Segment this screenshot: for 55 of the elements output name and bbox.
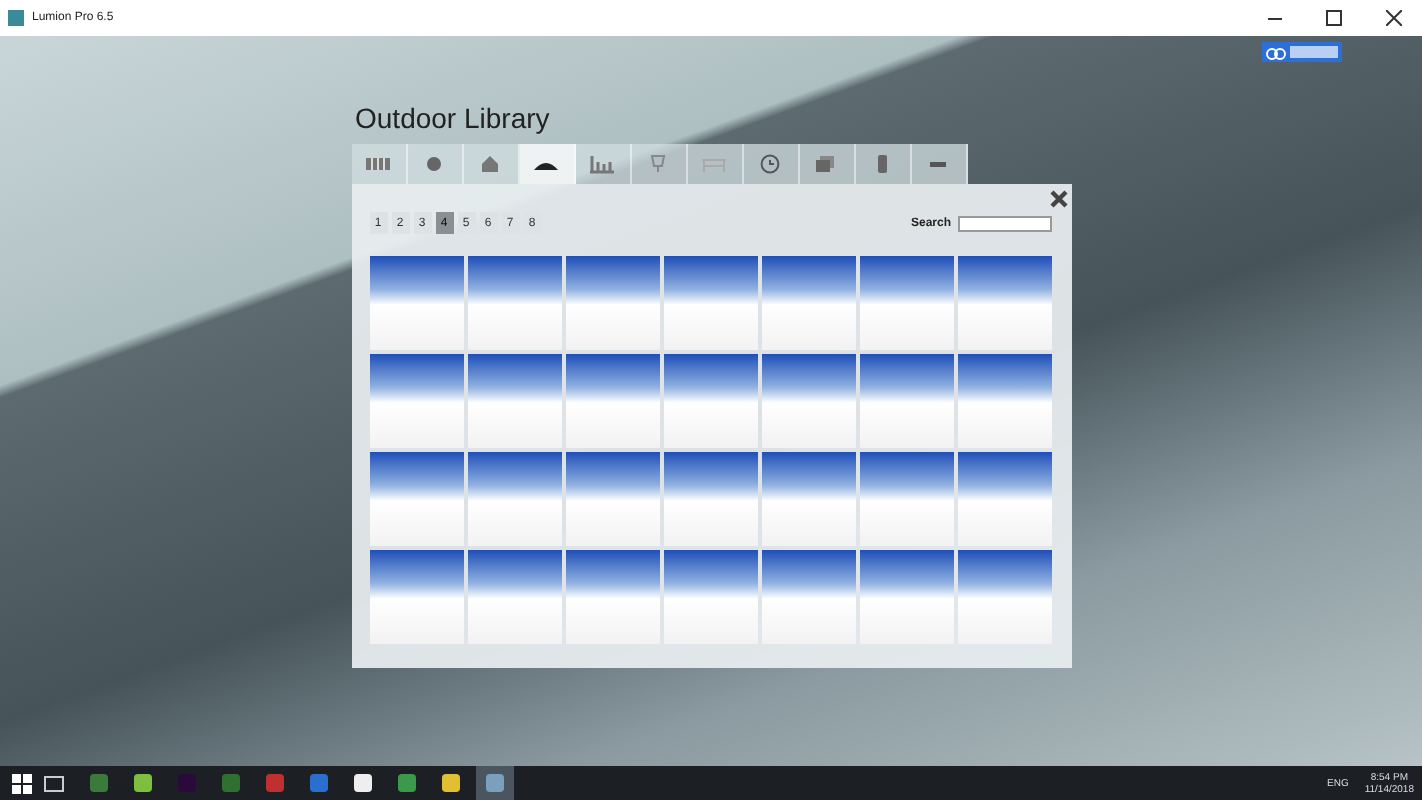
library-title: Outdoor Library [353,102,552,138]
cloud-upload-button[interactable] [1262,42,1342,62]
restore-icon[interactable] [1326,10,1342,26]
cards-category-tab[interactable] [799,144,855,184]
model-thumbnail[interactable] [467,452,561,546]
model-thumbnail[interactable] [565,354,659,448]
close-icon[interactable] [1049,190,1067,208]
model-thumbnail[interactable] [369,354,463,448]
model-thumbnail[interactable] [663,256,757,350]
model-thumbnail[interactable] [761,550,855,644]
model-thumbnail[interactable] [957,452,1051,546]
task-view-icon[interactable] [44,775,64,791]
windows-logo-icon[interactable] [12,773,32,793]
model-thumbnail[interactable] [859,452,953,546]
model-thumbnail[interactable] [565,550,659,644]
model-thumbnail[interactable] [663,452,757,546]
clock-category-tab[interactable] [743,144,799,184]
model-thumbnail[interactable] [859,256,953,350]
model-thumbnail[interactable] [761,354,855,448]
model-thumbnail[interactable] [957,354,1051,448]
minimize-icon[interactable] [1268,17,1282,19]
model-thumbnail[interactable] [663,354,757,448]
ball-category-tab[interactable] [407,144,463,184]
model-thumbnail[interactable] [957,550,1051,644]
model-thumbnail[interactable] [467,354,561,448]
model-thumbnail[interactable] [369,256,463,350]
fence-icon [364,154,392,174]
bar-category-tab[interactable] [911,144,967,184]
bars-icon [588,154,616,174]
model-thumbnail[interactable] [565,452,659,546]
search-field[interactable] [957,215,1051,231]
model-thumbnail[interactable] [369,452,463,546]
model-thumbnail[interactable] [761,452,855,546]
rings-icon [1266,45,1286,59]
lamp-category-tab[interactable] [631,144,687,184]
model-thumbnail[interactable] [859,354,953,448]
model-thumbnail[interactable] [369,550,463,644]
bench-icon [700,154,728,174]
close-icon[interactable] [1386,10,1402,26]
cards-icon [812,154,840,174]
model-thumbnail[interactable] [859,550,953,644]
bars-category-tab[interactable] [575,144,631,184]
fence-category-tab[interactable] [351,144,407,184]
clock-icon [756,154,784,174]
model-thumbnail[interactable] [467,550,561,644]
model-thumbnail[interactable] [761,256,855,350]
app-icon [8,10,24,26]
mound-category-tab[interactable] [519,144,575,184]
house-category-tab[interactable] [463,144,519,184]
model-thumbnail[interactable] [565,256,659,350]
model-thumbnail[interactable] [663,550,757,644]
model-thumbnail[interactable] [467,256,561,350]
bin-category-tab[interactable] [855,144,911,184]
model-thumbnail[interactable] [957,256,1051,350]
house-icon [476,154,504,174]
